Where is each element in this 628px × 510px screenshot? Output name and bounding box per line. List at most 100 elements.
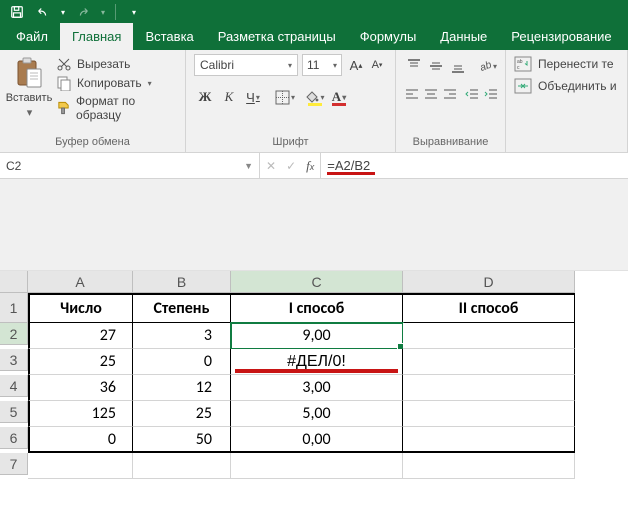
merge-label: Объединить и	[538, 79, 617, 93]
select-all-corner[interactable]	[0, 271, 28, 293]
col-header-D[interactable]: D	[403, 271, 575, 293]
formula-bar: C2 ▼ ✕ ✓ fx =A2/B2	[0, 153, 628, 179]
decrease-font-button[interactable]: A▾	[367, 55, 387, 75]
cut-button[interactable]: Вырезать	[56, 56, 177, 72]
font-color-button[interactable]: A▾	[328, 86, 350, 108]
highlight-underline	[327, 172, 375, 175]
group-label-alignment: Выравнивание	[404, 134, 497, 150]
redo-button[interactable]	[72, 1, 94, 23]
col-header-A[interactable]: A	[28, 271, 133, 293]
cell-B7[interactable]	[133, 453, 231, 479]
decrease-indent-button[interactable]	[464, 84, 480, 104]
tab-data[interactable]: Данные	[428, 23, 499, 50]
bold-button[interactable]: Ж	[194, 86, 216, 108]
font-name-combo[interactable]: Calibri ▾	[194, 54, 298, 76]
cell-D3[interactable]	[403, 349, 575, 375]
align-middle-button[interactable]	[426, 56, 445, 76]
row-header-2[interactable]: 2	[0, 323, 28, 345]
cell-C5[interactable]: 5,00	[231, 401, 403, 427]
cell-A6[interactable]: 0	[28, 427, 133, 453]
row-header-5[interactable]: 5	[0, 401, 28, 423]
align-left-button[interactable]	[404, 84, 420, 104]
tab-home[interactable]: Главная	[60, 23, 133, 50]
cell-D4[interactable]	[403, 375, 575, 401]
cell-B4[interactable]: 12	[133, 375, 231, 401]
row-header-1[interactable]: 1	[0, 293, 28, 323]
cell-C3[interactable]: #ДЕЛ/0!	[231, 349, 403, 375]
align-right-button[interactable]	[442, 84, 458, 104]
format-painter-button[interactable]: Формат по образцу	[56, 94, 177, 122]
wrap-icon: abc	[514, 56, 532, 72]
tab-file[interactable]: Файл	[4, 23, 60, 50]
tab-formulas[interactable]: Формулы	[348, 23, 429, 50]
cell-C4[interactable]: 3,00	[231, 375, 403, 401]
scissors-icon	[56, 56, 72, 72]
group-cells: abc Перенести те Объединить и	[506, 50, 628, 152]
copy-button[interactable]: Копировать ▾	[56, 75, 177, 91]
borders-button[interactable]: ▾	[274, 86, 296, 108]
accept-formula-button[interactable]: ✓	[286, 159, 296, 173]
underline-button[interactable]: Ч▾	[242, 86, 264, 108]
row-header-4[interactable]: 4	[0, 375, 28, 397]
tab-review[interactable]: Рецензирование	[499, 23, 623, 50]
error-underline	[235, 369, 398, 373]
cell-D7[interactable]	[403, 453, 575, 479]
font-size-combo[interactable]: 11 ▾	[302, 54, 342, 76]
chevron-down-icon: ▾	[333, 61, 337, 70]
row-header-7[interactable]: 7	[0, 453, 28, 475]
col-header-B[interactable]: B	[133, 271, 231, 293]
col-header-C[interactable]: C	[231, 271, 403, 293]
increase-indent-button[interactable]	[483, 84, 499, 104]
undo-dropdown[interactable]: ▾	[58, 1, 68, 23]
cell-B5[interactable]: 25	[133, 401, 231, 427]
cell-B2[interactable]: 3	[133, 323, 231, 349]
cell-C2[interactable]: 9,00	[231, 323, 403, 349]
align-top-button[interactable]	[404, 56, 423, 76]
spreadsheet-grid[interactable]: A B C D 1 Число Степень I способ II спос…	[0, 271, 628, 479]
format-painter-label: Формат по образцу	[76, 94, 177, 122]
increase-font-button[interactable]: A▴	[346, 55, 366, 75]
cell-D6[interactable]	[403, 427, 575, 453]
undo-button[interactable]	[32, 1, 54, 23]
cancel-formula-button[interactable]: ✕	[266, 159, 276, 173]
italic-button[interactable]: К	[218, 86, 240, 108]
cell-C6[interactable]: 0,00	[231, 427, 403, 453]
cell-C1[interactable]: I способ	[231, 293, 403, 323]
empty-area	[0, 179, 628, 271]
cell-B1[interactable]: Степень	[133, 293, 231, 323]
cell-C7[interactable]	[231, 453, 403, 479]
qat-customize-button[interactable]: ▾	[123, 1, 145, 23]
cell-D2[interactable]	[403, 323, 575, 349]
cell-A3[interactable]: 25	[28, 349, 133, 375]
row-header-6[interactable]: 6	[0, 427, 28, 449]
fill-color-button[interactable]: ▾	[304, 86, 326, 108]
align-center-button[interactable]	[423, 84, 439, 104]
paste-button[interactable]: Вставить ▾	[8, 54, 50, 134]
svg-text:ab: ab	[479, 60, 492, 74]
row-header-3[interactable]: 3	[0, 349, 28, 371]
orientation-button[interactable]: ab▾	[477, 56, 497, 76]
insert-function-button[interactable]: fx	[306, 158, 314, 174]
cell-B6[interactable]: 50	[133, 427, 231, 453]
merge-center-button[interactable]: Объединить и	[514, 78, 619, 94]
svg-text:c: c	[517, 65, 520, 71]
cell-A1[interactable]: Число	[28, 293, 133, 323]
paste-label: Вставить	[6, 92, 53, 104]
cell-B3[interactable]: 0	[133, 349, 231, 375]
align-bottom-button[interactable]	[448, 56, 467, 76]
formula-input[interactable]: =A2/B2	[321, 153, 628, 178]
tab-insert[interactable]: Вставка	[133, 23, 205, 50]
wrap-text-button[interactable]: abc Перенести те	[514, 56, 619, 72]
redo-dropdown[interactable]: ▾	[98, 1, 108, 23]
cell-A4[interactable]: 36	[28, 375, 133, 401]
name-box[interactable]: C2 ▼	[0, 153, 260, 178]
group-label-cells	[514, 134, 619, 150]
cell-A7[interactable]	[28, 453, 133, 479]
cell-D5[interactable]	[403, 401, 575, 427]
cell-A5[interactable]: 125	[28, 401, 133, 427]
tab-page-layout[interactable]: Разметка страницы	[206, 23, 348, 50]
cell-A2[interactable]: 27	[28, 323, 133, 349]
save-button[interactable]	[6, 1, 28, 23]
cell-D1[interactable]: II способ	[403, 293, 575, 323]
quick-access-toolbar: ▾ ▾ ▾	[0, 0, 628, 24]
